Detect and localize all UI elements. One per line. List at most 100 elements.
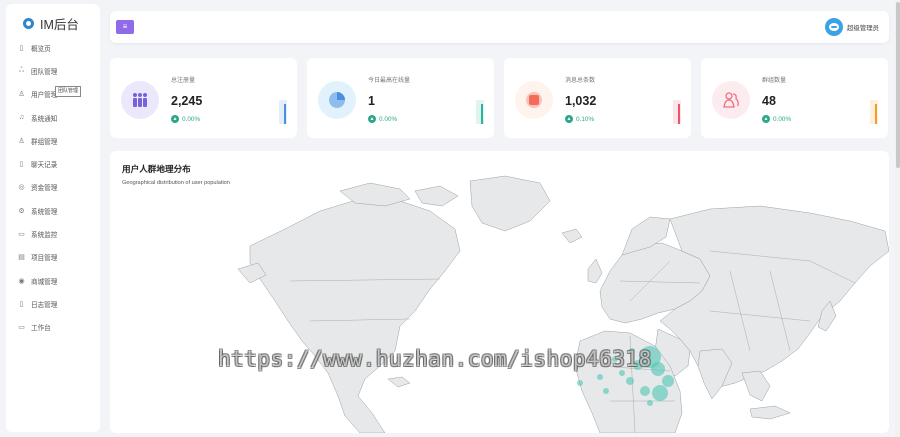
- stat-value: 1,032: [565, 94, 597, 108]
- stat-trend: ▲ 0.00%: [171, 115, 200, 123]
- sidebar-item-label: 商城管理: [31, 278, 58, 286]
- document-icon: ▯: [19, 44, 24, 52]
- stat-trend: ▲ 0.00%: [762, 115, 791, 123]
- map-region-indonesia: [749, 405, 791, 420]
- stat-value: 1: [368, 94, 375, 108]
- stat-change: 0.00%: [182, 115, 201, 123]
- stat-label: 总注册量: [171, 78, 196, 84]
- population-bubble: [597, 374, 603, 380]
- map-region-india: [697, 348, 733, 400]
- sidebar-item-chat-record[interactable]: ▯ 聊天记录: [6, 152, 100, 175]
- users-icon: [121, 81, 159, 119]
- sidebar-item-desktop[interactable]: ▭ 工作台: [6, 316, 100, 339]
- logo-icon: [23, 18, 34, 29]
- sidebar-item-log[interactable]: ▯ 日志管理: [6, 292, 100, 315]
- stat-trend: ▲ 0.10%: [565, 115, 594, 123]
- sparkline-icon: [476, 100, 484, 124]
- population-bubble: [647, 400, 653, 406]
- avatar-icon[interactable]: [825, 18, 844, 36]
- sidebar-item-monitor[interactable]: ▭ 系统监控: [6, 222, 100, 245]
- stat-label: 今日最高在线量: [368, 78, 411, 84]
- stat-change: 0.00%: [379, 115, 398, 123]
- sidebar-item-shop[interactable]: ◉ 商城管理: [6, 269, 100, 292]
- sidebar-item-label: 群组管理: [31, 138, 58, 146]
- map-title: 用户人群地理分布: [121, 163, 191, 174]
- map-region-greenland: [469, 175, 551, 232]
- sidebar: IM后台 ▯ 概览页 ஃ 团队管理 ♙ 用户管理 团队管理 ♫ 系统通知 ♙ 群组管理 ▯ 聊天记录 ◎ 资…: [6, 4, 100, 432]
- sidebar-item-project[interactable]: ▤ 项目管理: [6, 246, 100, 269]
- sidebar-item-money[interactable]: ◎ 资金管理: [6, 176, 100, 199]
- geo-distribution-panel: 用户人群地理分布 Geographical distribution of us…: [110, 151, 889, 433]
- population-bubble: [662, 375, 674, 387]
- population-bubble: [640, 386, 650, 396]
- sidebar-item-label: 项目管理: [31, 255, 58, 263]
- map-region-iceland: [561, 228, 583, 244]
- desktop-icon: ▭: [18, 324, 25, 332]
- shop-icon: ◉: [18, 277, 25, 285]
- sidebar-item-document[interactable]: ▯ 概览页: [6, 36, 100, 59]
- map-subtitle: Geographical distribution of user popula…: [122, 180, 230, 186]
- sidebar-menu: ▯ 概览页 ஃ 团队管理 ♙ 用户管理 团队管理 ♫ 系统通知 ♙ 群组管理 ▯ 聊天记录 ◎ 资金管理 ⚙ 系…: [6, 36, 100, 339]
- sidebar-item-label: 团队管理: [31, 68, 58, 76]
- stat-change: 0.00%: [773, 115, 792, 123]
- brand-name: IM后台: [40, 18, 79, 32]
- bell-icon: ♫: [18, 114, 25, 122]
- sidebar-item-settings[interactable]: ⚙ 系统管理: [6, 199, 100, 222]
- sidebar-item-label: 系统监控: [31, 232, 58, 240]
- user-menu[interactable]: 超级管理员: [825, 18, 879, 36]
- brand[interactable]: IM后台: [6, 4, 100, 34]
- sidebar-item-user[interactable]: ♙ 用户管理 团队管理: [6, 83, 100, 106]
- population-bubble: [652, 385, 668, 401]
- top-header: ≡ 超级管理员: [110, 11, 889, 43]
- stat-card: 今日最高在线量 1 ▲ 0.00%: [307, 58, 494, 138]
- sidebar-item-bell[interactable]: ♫ 系统通知: [6, 106, 100, 129]
- stat-trend: ▲ 0.00%: [368, 115, 397, 123]
- project-icon: ▤: [18, 254, 25, 262]
- sidebar-item-label: 资金管理: [31, 185, 58, 193]
- world-map[interactable]: 用户人群地理分布 Geographical distribution of us…: [110, 151, 889, 433]
- map-region-caribbean: [387, 376, 411, 388]
- scrollbar-thumb[interactable]: [896, 2, 900, 168]
- map-region-uk: [587, 258, 603, 284]
- tooltip: 团队管理: [55, 85, 82, 97]
- pie-chart-icon: [318, 81, 356, 119]
- group-icon: ♙: [18, 137, 25, 145]
- stat-card: 消息总条数 1,032 ▲ 0.10%: [504, 58, 691, 138]
- user-name[interactable]: 超级管理员: [847, 23, 879, 32]
- sidebar-item-label: 日志管理: [31, 301, 58, 309]
- sidebar-item-label: 工作台: [31, 325, 51, 333]
- stat-change: 0.10%: [576, 115, 595, 123]
- sidebar-item-label: 概览页: [31, 45, 51, 53]
- sidebar-item-group[interactable]: ♙ 群组管理: [6, 129, 100, 152]
- sparkline-icon: [279, 100, 287, 124]
- population-bubble: [626, 377, 634, 385]
- stat-card: 总注册量 2,245 ▲ 0.00%: [110, 58, 297, 138]
- message-icon: [515, 81, 553, 119]
- trend-up-icon: ▲: [762, 115, 770, 123]
- map-region-north-america: [249, 198, 461, 433]
- stat-value: 48: [762, 94, 776, 108]
- trend-up-icon: ▲: [171, 115, 179, 123]
- sidebar-item-label: 聊天记录: [31, 162, 58, 170]
- sparkline-icon: [673, 100, 681, 124]
- population-bubble: [651, 362, 665, 376]
- page-scrollbar[interactable]: [895, 0, 900, 437]
- population-bubble: [603, 388, 609, 394]
- stat-value: 2,245: [171, 94, 203, 108]
- sidebar-item-team[interactable]: ஃ 团队管理: [6, 59, 100, 82]
- settings-icon: ⚙: [18, 207, 25, 215]
- user-icon: ♙: [18, 91, 25, 99]
- stat-label: 消息总条数: [565, 78, 596, 84]
- menu-toggle-button[interactable]: ≡: [116, 20, 134, 34]
- stat-card: 群组数量 48 ▲ 0.00%: [701, 58, 888, 138]
- watermark-text: https://www.huzhan.com/ishop46318: [218, 347, 652, 371]
- sparkline-icon: [870, 100, 878, 124]
- log-icon: ▯: [19, 300, 24, 308]
- trend-up-icon: ▲: [565, 115, 573, 123]
- chat-record-icon: ▯: [19, 161, 24, 169]
- map-region-arctic-islands-2: [414, 185, 459, 207]
- money-icon: ◎: [18, 184, 25, 192]
- group-icon: [712, 81, 750, 119]
- sidebar-item-label: 系统管理: [31, 208, 58, 216]
- population-bubble: [577, 380, 583, 386]
